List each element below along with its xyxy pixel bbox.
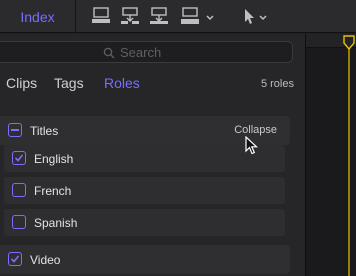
search-input[interactable] bbox=[120, 44, 280, 60]
titles-checkbox[interactable] bbox=[8, 123, 22, 137]
toolbar: Index bbox=[0, 0, 356, 33]
index-label: Index bbox=[20, 8, 55, 25]
spanish-checkbox[interactable] bbox=[12, 215, 26, 229]
subrole-label-french: French bbox=[34, 184, 72, 198]
french-checkbox[interactable] bbox=[12, 183, 26, 197]
playhead-icon[interactable] bbox=[343, 34, 355, 276]
video-checkbox[interactable] bbox=[8, 252, 22, 266]
collapse-button[interactable]: Collapse bbox=[234, 124, 277, 136]
mixed-state-icon bbox=[11, 129, 19, 131]
edit-options-chevron-down-icon[interactable] bbox=[205, 10, 215, 21]
timeline-index-panel: Clips Tags Roles 5 roles Titles Collapse… bbox=[0, 34, 305, 276]
insert-clip-icon[interactable] bbox=[118, 5, 142, 27]
role-label-video: Video bbox=[30, 253, 61, 267]
search-icon bbox=[103, 46, 115, 64]
app-window: Index Search Clips Tags Roles 5 roles Ti… bbox=[0, 0, 356, 276]
connect-clip-icon[interactable] bbox=[147, 5, 171, 27]
append-clip-icon[interactable] bbox=[89, 5, 113, 27]
tab-clips[interactable]: Clips bbox=[6, 75, 37, 91]
subrole-row-spanish[interactable]: Spanish bbox=[4, 209, 285, 236]
checkmark-icon bbox=[14, 154, 24, 162]
english-checkbox[interactable] bbox=[12, 151, 26, 165]
subrole-label-spanish: Spanish bbox=[34, 216, 78, 230]
role-label-titles: Titles bbox=[30, 124, 59, 138]
tab-roles[interactable]: Roles bbox=[104, 75, 140, 91]
overwrite-clip-icon[interactable] bbox=[178, 5, 202, 27]
checkmark-icon bbox=[10, 255, 20, 263]
tools-chevron-down-icon[interactable] bbox=[258, 10, 268, 21]
subrole-label-english: English bbox=[34, 152, 74, 166]
subrole-row-english[interactable]: English bbox=[4, 145, 285, 172]
subrole-row-french[interactable]: French bbox=[4, 177, 285, 204]
timeline-area[interactable] bbox=[305, 34, 356, 276]
index-button[interactable]: Index bbox=[0, 0, 76, 33]
role-group-video[interactable]: Video bbox=[0, 245, 290, 274]
mouse-cursor-icon bbox=[245, 135, 259, 161]
tab-tags[interactable]: Tags bbox=[54, 75, 84, 91]
roles-count: 5 roles bbox=[260, 78, 294, 90]
search-field[interactable] bbox=[0, 41, 293, 63]
